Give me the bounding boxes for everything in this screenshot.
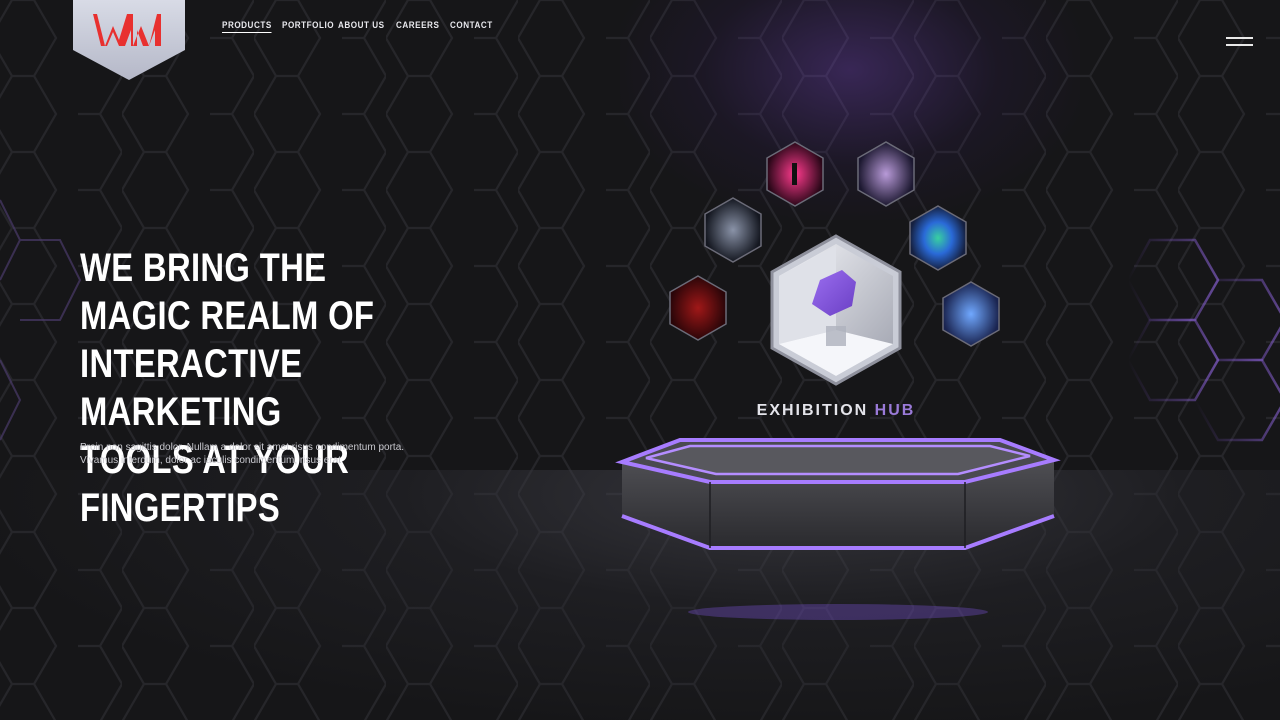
exhibition-hub-label: EXHIBITION HUB xyxy=(700,402,972,420)
hub-label-main: EXHIBITION xyxy=(756,402,869,419)
nav-products[interactable]: PRODUCTS xyxy=(222,20,272,33)
hub-cube[interactable] xyxy=(770,234,902,386)
colorful-map-thumbnail[interactable] xyxy=(909,205,967,271)
exhibition-stage xyxy=(615,141,1061,620)
touch-cloud-thumbnail[interactable] xyxy=(857,141,915,207)
nav-contact[interactable]: CONTACT xyxy=(450,20,493,30)
logo[interactable] xyxy=(73,0,185,80)
nav-about-us[interactable]: ABOUT US xyxy=(338,20,385,30)
hero-description: Proin non sagittis dolor. Nullam a dolor… xyxy=(80,442,405,466)
nav-careers[interactable]: CAREERS xyxy=(396,20,439,30)
neon-figure-thumbnail[interactable] xyxy=(766,141,824,207)
hero-title: WE BRING THE MAGIC REALM OF INTERACTIVE … xyxy=(80,246,375,530)
hamburger-icon[interactable] xyxy=(1222,32,1256,50)
red-tunnel-thumbnail[interactable] xyxy=(669,275,727,341)
hub-label-accent: HUB xyxy=(874,402,916,419)
blue-art-thumbnail[interactable] xyxy=(942,281,1000,347)
nav-portfolio[interactable]: PORTFOLIO xyxy=(282,20,334,30)
dark-corridor-thumbnail[interactable] xyxy=(704,197,762,263)
podium xyxy=(615,438,1061,620)
